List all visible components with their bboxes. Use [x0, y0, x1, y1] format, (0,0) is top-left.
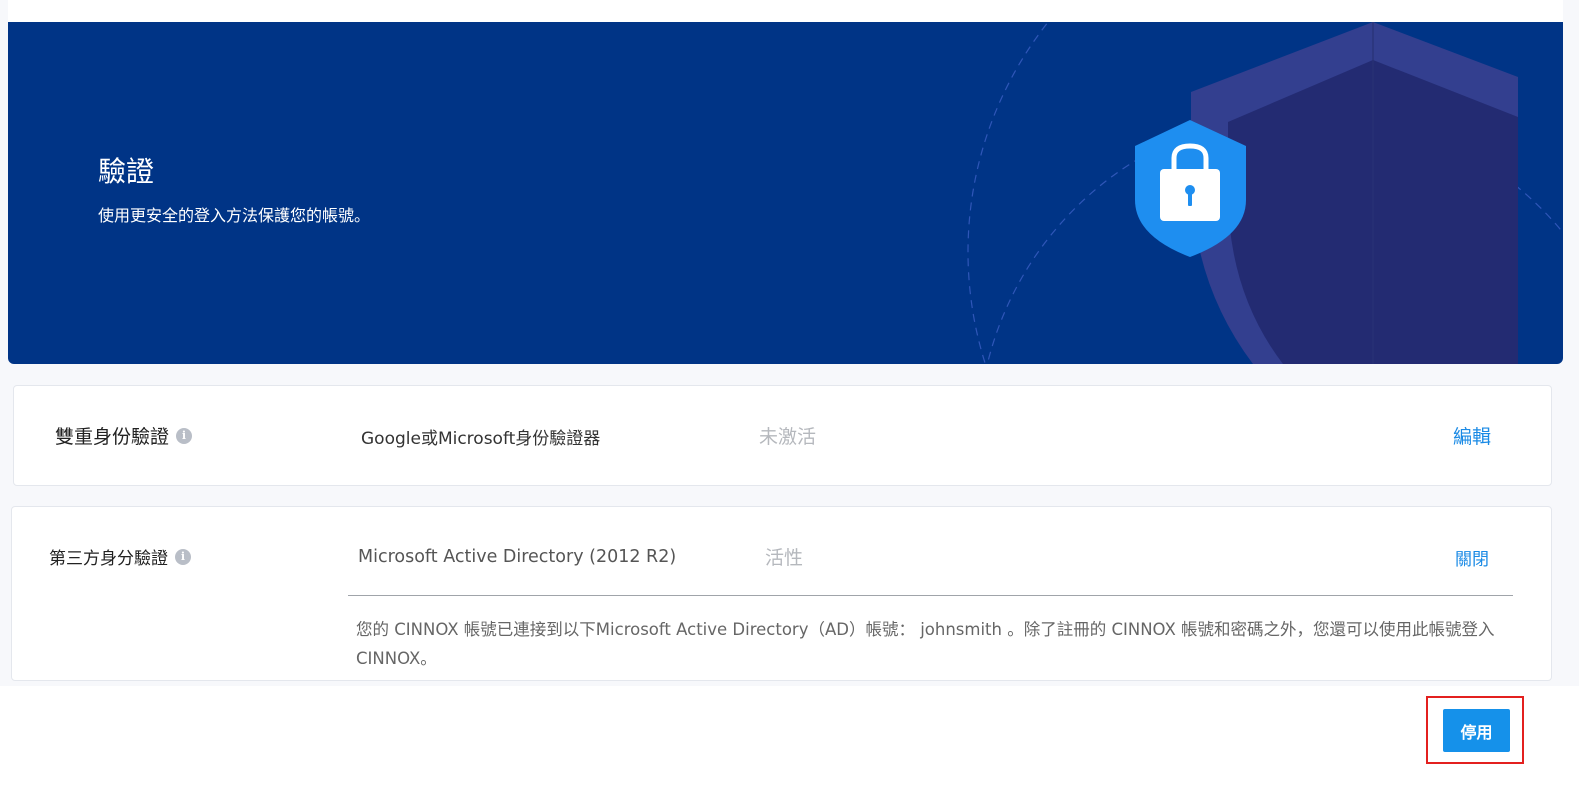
two-factor-label: 雙重身份驗證 — [55, 426, 170, 448]
third-party-label: 第三方身分驗證 — [49, 549, 168, 569]
info-icon[interactable]: i — [176, 427, 193, 444]
third-party-status: 活性 — [765, 547, 804, 569]
banner-illustration — [967, 22, 1563, 364]
ad-connection-description: 您的 CINNOX 帳號已連接到以下Microsoft Active Direc… — [356, 620, 1495, 668]
footer-area — [0, 686, 1579, 800]
page-subtitle: 使用更安全的登入方法保護您的帳號。 — [98, 206, 371, 225]
authentication-banner: 驗證 使用更安全的登入方法保護您的帳號。 — [8, 22, 1563, 364]
page-title: 驗證 — [98, 155, 155, 188]
third-party-method: Microsoft Active Directory (2012 R2) — [358, 547, 677, 567]
two-factor-label-group: 雙重身份驗證 i — [55, 422, 193, 449]
top-strip — [8, 0, 1563, 22]
third-party-label-group: 第三方身分驗證 i — [49, 544, 191, 569]
disable-button[interactable]: 停用 — [1443, 709, 1510, 752]
third-party-auth-card: 第三方身分驗證 i Microsoft Active Directory (20… — [11, 506, 1552, 681]
two-factor-auth-card: 雙重身份驗證 i Google或Microsoft身份驗證器 未激活 編輯 — [13, 385, 1552, 486]
divider — [348, 595, 1513, 596]
two-factor-method: Google或Microsoft身份驗證器 — [361, 429, 601, 449]
edit-link[interactable]: 編輯 — [1453, 422, 1491, 449]
two-factor-status: 未激活 — [759, 426, 817, 448]
close-link[interactable]: 關閉 — [1455, 545, 1489, 570]
info-icon[interactable]: i — [175, 548, 191, 565]
